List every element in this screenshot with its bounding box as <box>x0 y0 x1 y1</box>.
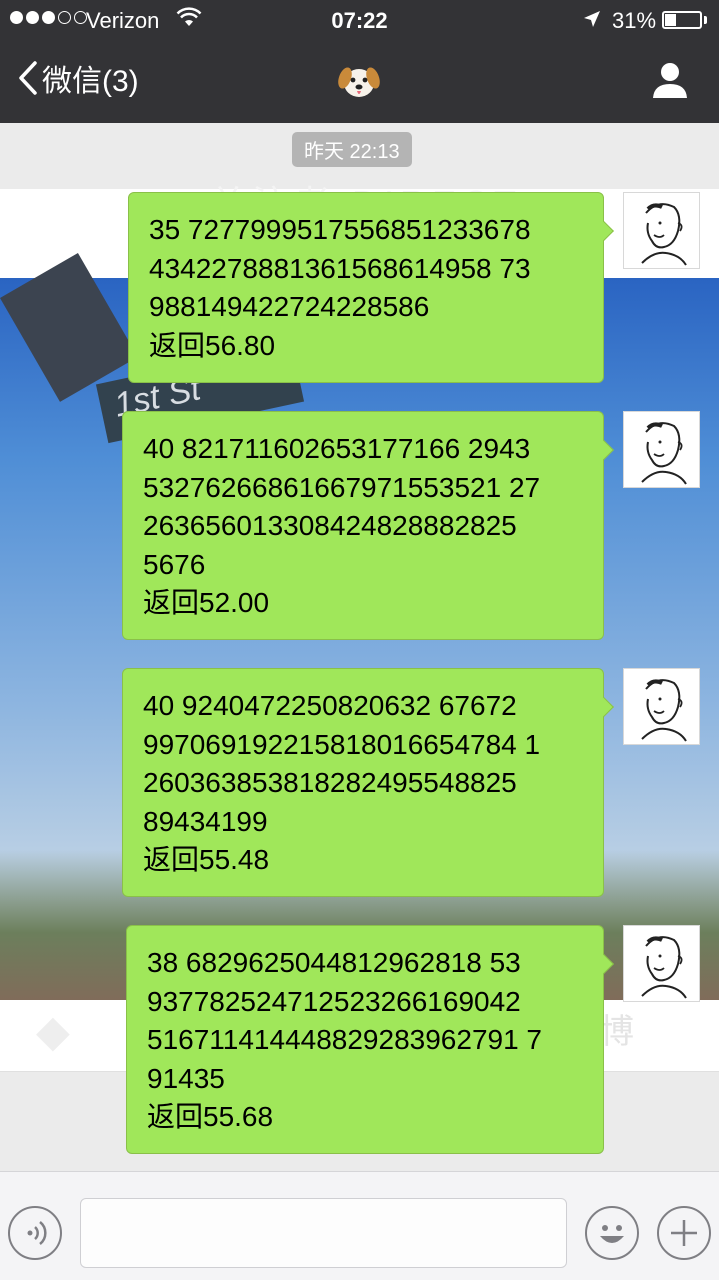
top-bar: Verizon 07:22 31% 微信(3) <box>0 0 719 123</box>
more-options-button[interactable] <box>657 1206 711 1260</box>
faded-logo-icon: ◆ <box>36 1007 70 1056</box>
avatar-sketch-icon <box>641 679 687 742</box>
message-bubble-3[interactable]: 40 9240472250820632 67672 99706919221581… <box>122 668 604 897</box>
message-bubble-4[interactable]: 38 6829625044812962818 53 93778252471252… <box>126 925 604 1154</box>
message-text-input[interactable] <box>80 1198 567 1268</box>
battery-percent: 31% <box>612 8 657 33</box>
chevron-left-icon <box>19 61 37 95</box>
location-arrow-icon <box>584 11 600 27</box>
avatar-sketch-icon <box>641 936 687 999</box>
avatar-sketch-icon <box>641 203 687 266</box>
status-bar: Verizon 07:22 31% <box>0 0 719 40</box>
chat-area[interactable]: 关注者 DIRECT 1st St ◆ 博 昨天 22:13 35 727799… <box>0 123 719 1171</box>
nav-bar: 微信(3) <box>0 40 719 123</box>
message-bubble-2[interactable]: 40 821711602653177166 2943 5327626686166… <box>122 411 604 640</box>
voice-wave-icon <box>27 1221 47 1245</box>
avatar-sketch-icon <box>641 422 687 485</box>
emoji-button[interactable] <box>585 1206 639 1260</box>
back-button[interactable]: 微信(3) <box>18 56 139 100</box>
dog-face-icon <box>338 67 380 97</box>
faded-weibo-text: 博 <box>600 1013 634 1051</box>
sender-avatar[interactable] <box>623 925 700 1002</box>
profile-icon[interactable] <box>650 60 690 100</box>
input-bar <box>0 1171 719 1280</box>
battery-icon <box>662 11 702 29</box>
smiley-face-icon <box>600 1225 624 1243</box>
message-bubble-1[interactable]: 35 7277999517556851233678 43422788813615… <box>128 192 604 383</box>
sender-avatar[interactable] <box>623 668 700 745</box>
voice-input-button[interactable] <box>8 1206 62 1260</box>
timestamp-pill: 昨天 22:13 <box>292 132 412 167</box>
plus-icon <box>671 1220 697 1246</box>
sender-avatar[interactable] <box>623 192 700 269</box>
back-label: 微信(3) <box>42 65 139 98</box>
sender-avatar[interactable] <box>623 411 700 488</box>
